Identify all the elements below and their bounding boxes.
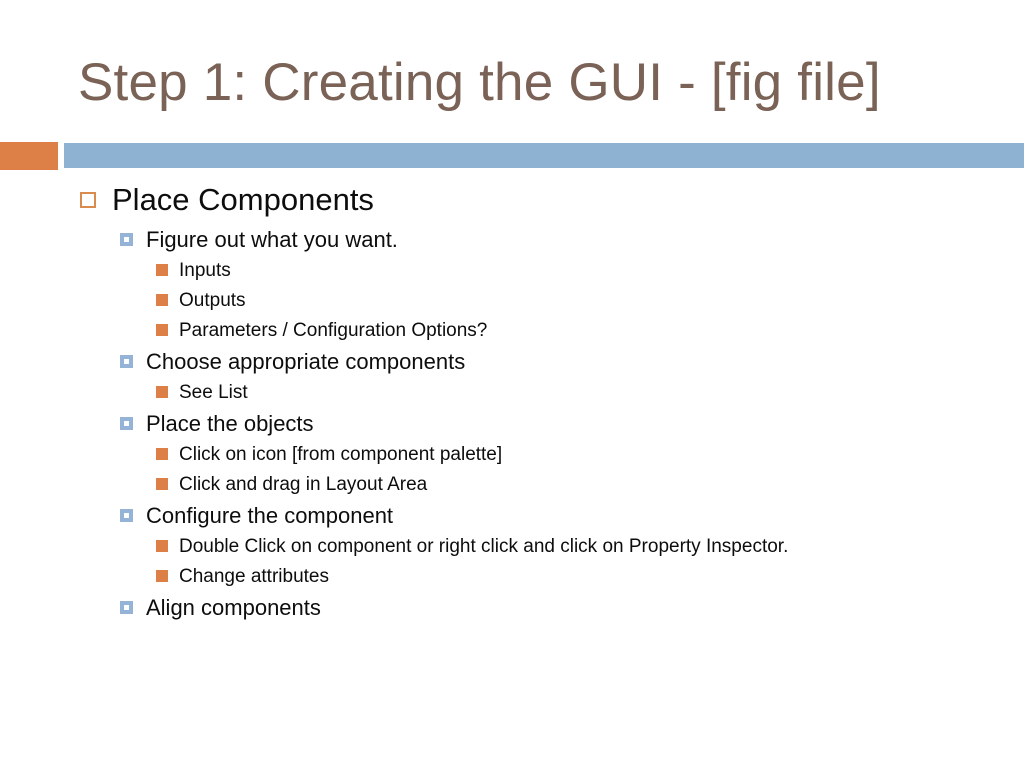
- bullet-solid-square-icon: [156, 478, 168, 490]
- slide: Step 1: Creating the GUI - [fig file] Pl…: [0, 0, 1024, 768]
- list-item: Double Click on component or right click…: [0, 532, 1024, 561]
- slide-title: Step 1: Creating the GUI - [fig file]: [78, 53, 881, 112]
- bullet-blue-square-icon: [120, 355, 133, 368]
- list-item: Parameters / Configuration Options?: [0, 316, 1024, 345]
- bullet-list: Place Components Figure out what you want…: [0, 180, 1024, 624]
- list-item-label: Configure the component: [146, 503, 394, 528]
- list-item-label: Figure out what you want.: [146, 227, 398, 252]
- bullet-hollow-square-icon: [80, 192, 96, 208]
- bullet-solid-square-icon: [156, 386, 168, 398]
- list-item-label: Double Click on component or right click…: [179, 536, 789, 557]
- list-item: Place Components: [0, 180, 1024, 220]
- bullet-blue-square-icon: [120, 509, 133, 522]
- list-item-label: See List: [179, 382, 248, 403]
- list-item: Configure the component: [0, 500, 1024, 531]
- list-item: Place the objects: [0, 408, 1024, 439]
- list-item-label: Click and drag in Layout Area: [179, 474, 428, 495]
- list-item: Inputs: [0, 256, 1024, 285]
- list-item: Click on icon [from component palette]: [0, 440, 1024, 469]
- list-item-label: Parameters / Configuration Options?: [179, 320, 488, 341]
- bullet-solid-square-icon: [156, 570, 168, 582]
- list-item: See List: [0, 378, 1024, 407]
- bullet-solid-square-icon: [156, 294, 168, 306]
- list-item: Choose appropriate components: [0, 346, 1024, 377]
- bullet-blue-square-icon: [120, 233, 133, 246]
- bullet-solid-square-icon: [156, 540, 168, 552]
- bullet-solid-square-icon: [156, 448, 168, 460]
- list-item-label: Outputs: [179, 290, 246, 311]
- divider-bar: [64, 143, 1024, 168]
- bullet-solid-square-icon: [156, 324, 168, 336]
- list-item-label: Place Components: [112, 182, 374, 217]
- list-item: Figure out what you want.: [0, 224, 1024, 255]
- list-item-label: Inputs: [179, 260, 231, 281]
- bullet-blue-square-icon: [120, 601, 133, 614]
- list-item: Change attributes: [0, 562, 1024, 591]
- list-item: Outputs: [0, 286, 1024, 315]
- list-item: Align components: [0, 592, 1024, 623]
- bullet-solid-square-icon: [156, 264, 168, 276]
- bullet-blue-square-icon: [120, 417, 133, 430]
- divider-accent-block: [0, 142, 58, 170]
- list-item-label: Click on icon [from component palette]: [179, 444, 503, 465]
- list-item-label: Change attributes: [179, 566, 329, 587]
- list-item-label: Choose appropriate components: [146, 349, 466, 374]
- list-item: Click and drag in Layout Area: [0, 470, 1024, 499]
- list-item-label: Place the objects: [146, 411, 314, 436]
- list-item-label: Align components: [146, 595, 321, 620]
